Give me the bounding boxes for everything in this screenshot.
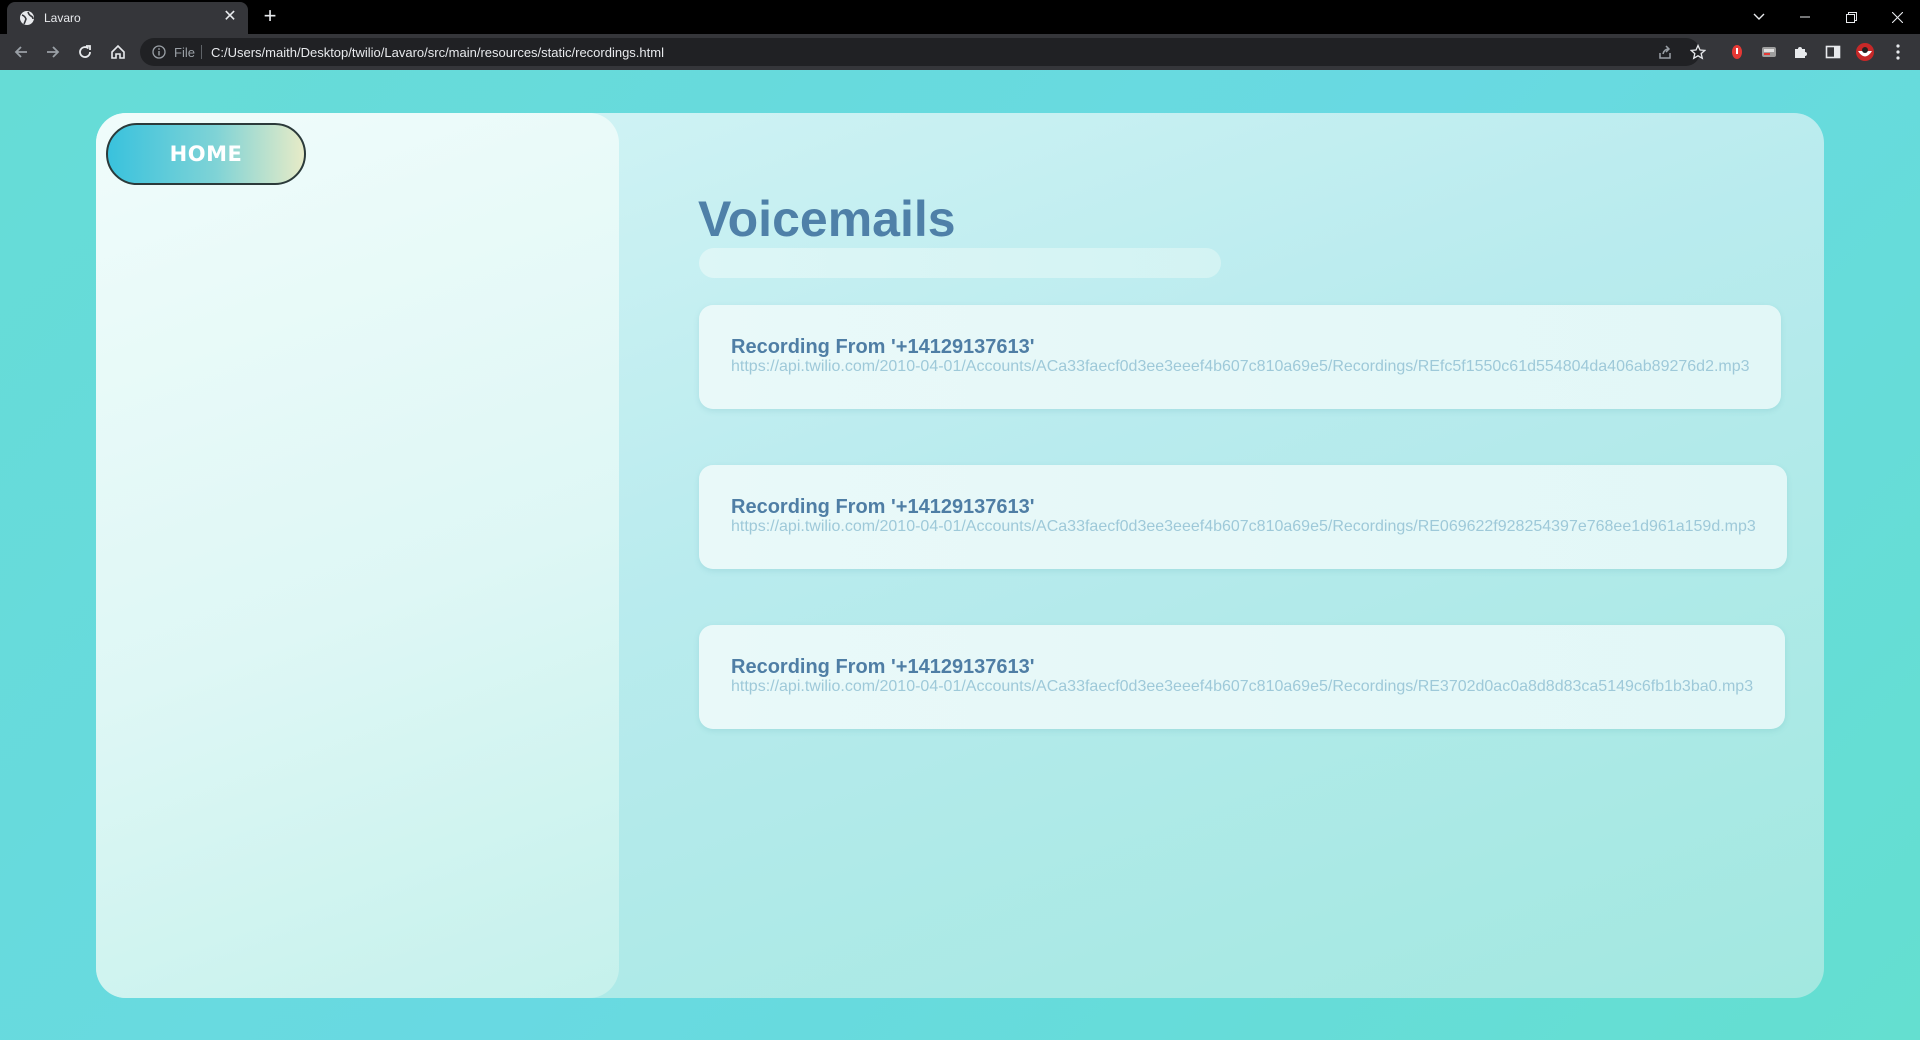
- recording-url[interactable]: https://api.twilio.com/2010-04-01/Accoun…: [731, 358, 1750, 376]
- home-button[interactable]: HOME: [106, 123, 306, 185]
- side-panel-icon[interactable]: [1823, 42, 1843, 62]
- avatar[interactable]: [1855, 42, 1875, 62]
- bookmark-star-icon[interactable]: [1689, 43, 1707, 61]
- page-viewport: HOME Voicemails Recording From '+1412913…: [0, 70, 1920, 1040]
- browser-tab[interactable]: Lavaro ✕: [7, 2, 248, 34]
- puzzle-icon[interactable]: [1791, 42, 1811, 62]
- tab-strip: Lavaro ✕ +: [0, 0, 1920, 34]
- recording-title: Recording From '+14129137613': [731, 496, 1035, 518]
- recording-card[interactable]: Recording From '+14129137613' https://ap…: [699, 625, 1785, 729]
- recording-title: Recording From '+14129137613': [731, 656, 1035, 678]
- address-bar[interactable]: File C:/Users/maith/Desktop/twilio/Lavar…: [140, 38, 1706, 66]
- title-underline-bar: [699, 248, 1221, 278]
- menu-dots-icon[interactable]: [1888, 42, 1908, 62]
- page-title: Voicemails: [698, 191, 956, 247]
- restore-icon[interactable]: [1828, 0, 1874, 34]
- url-text[interactable]: C:/Users/maith/Desktop/twilio/Lavaro/src…: [211, 45, 664, 60]
- tab-search-icon[interactable]: [1736, 0, 1782, 34]
- scheme-label: File: [174, 45, 195, 60]
- recording-card[interactable]: Recording From '+14129137613' https://ap…: [699, 305, 1781, 409]
- browser-toolbar: File C:/Users/maith/Desktop/twilio/Lavar…: [0, 34, 1920, 70]
- globe-icon: [20, 11, 34, 25]
- info-icon[interactable]: [152, 45, 166, 59]
- tab-close-icon[interactable]: ✕: [220, 7, 240, 27]
- share-icon[interactable]: [1656, 43, 1674, 61]
- extension-red-icon[interactable]: [1727, 42, 1747, 62]
- extension-grid-icon[interactable]: [1759, 42, 1779, 62]
- back-icon[interactable]: [9, 40, 33, 64]
- recording-title: Recording From '+14129137613': [731, 336, 1035, 358]
- url-divider: [201, 45, 202, 59]
- new-tab-button[interactable]: +: [258, 5, 282, 29]
- reload-icon[interactable]: [73, 40, 97, 64]
- forward-icon[interactable]: [41, 40, 65, 64]
- sidebar-panel: [96, 113, 619, 998]
- tab-title: Lavaro: [44, 11, 81, 25]
- minimize-icon[interactable]: [1782, 0, 1828, 34]
- recording-url[interactable]: https://api.twilio.com/2010-04-01/Accoun…: [731, 678, 1753, 696]
- home-icon[interactable]: [106, 40, 130, 64]
- recording-card[interactable]: Recording From '+14129137613' https://ap…: [699, 465, 1787, 569]
- close-window-icon[interactable]: [1874, 0, 1920, 34]
- recording-url[interactable]: https://api.twilio.com/2010-04-01/Accoun…: [731, 518, 1756, 536]
